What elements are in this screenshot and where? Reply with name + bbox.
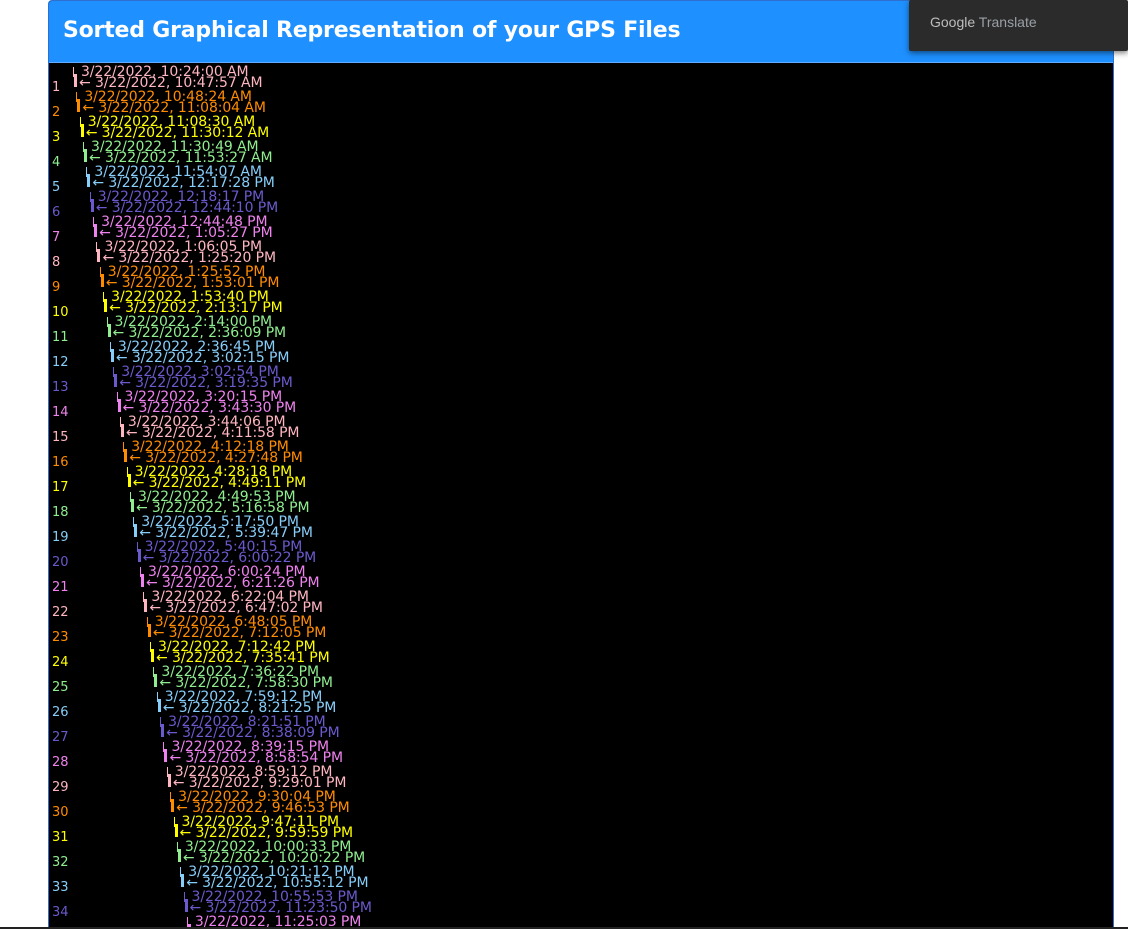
row-index: 1 bbox=[52, 80, 61, 95]
row-index: 31 bbox=[52, 830, 69, 845]
segment-bar[interactable] bbox=[171, 799, 175, 812]
row-index: 7 bbox=[52, 230, 61, 245]
row-index: 19 bbox=[52, 530, 69, 545]
row-index: 22 bbox=[52, 605, 69, 620]
row-index: 5 bbox=[52, 180, 61, 195]
row-index: 18 bbox=[52, 505, 69, 520]
segment-bar[interactable] bbox=[127, 474, 131, 487]
google-brand: Google bbox=[930, 14, 976, 30]
segment-bar[interactable] bbox=[104, 299, 108, 312]
segment-bar[interactable] bbox=[181, 874, 185, 887]
google-translate-popup[interactable]: Google Translate bbox=[909, 0, 1128, 51]
row-index: 23 bbox=[52, 630, 69, 645]
segment-bar[interactable] bbox=[90, 199, 94, 212]
row-index: 17 bbox=[52, 480, 69, 495]
row-index: 25 bbox=[52, 680, 69, 695]
segment-bar[interactable] bbox=[117, 399, 121, 412]
row-index: 27 bbox=[52, 730, 69, 745]
row-index: 20 bbox=[52, 555, 69, 570]
row-index: 28 bbox=[52, 755, 69, 770]
segment-bar[interactable] bbox=[177, 849, 181, 862]
translate-text: Translate bbox=[978, 14, 1037, 30]
segment-bar[interactable] bbox=[137, 549, 141, 562]
row-index: 33 bbox=[52, 880, 69, 895]
segment-bar[interactable] bbox=[144, 599, 148, 612]
row-index: 8 bbox=[52, 255, 61, 270]
row-index: 34 bbox=[52, 905, 69, 920]
segment-bar[interactable] bbox=[151, 649, 155, 662]
segment-bar[interactable] bbox=[84, 149, 88, 162]
row-index: 9 bbox=[52, 280, 61, 295]
row-index: 16 bbox=[52, 455, 69, 470]
row-index: 3 bbox=[52, 130, 61, 145]
segment-bar[interactable] bbox=[124, 449, 128, 462]
translate-label: Google Translate bbox=[930, 14, 1037, 30]
segment-bar[interactable] bbox=[147, 624, 151, 637]
segment-bar[interactable] bbox=[110, 349, 114, 362]
row-index: 21 bbox=[52, 580, 69, 595]
row-index: 26 bbox=[52, 705, 69, 720]
row-index: 32 bbox=[52, 855, 69, 870]
segment-bar[interactable] bbox=[174, 824, 178, 837]
segment-bar[interactable] bbox=[74, 74, 77, 87]
row-index: 10 bbox=[52, 305, 69, 320]
page-title: Sorted Graphical Representation of your … bbox=[63, 18, 681, 43]
segment-bar[interactable] bbox=[107, 324, 111, 337]
row-index: 2 bbox=[52, 105, 61, 120]
row-index: 13 bbox=[52, 380, 69, 395]
segment-bar[interactable] bbox=[97, 249, 101, 262]
segment-bar[interactable] bbox=[167, 774, 171, 787]
gps-visualization-panel: Sorted Graphical Representation of your … bbox=[48, 0, 1114, 929]
segment-bar[interactable] bbox=[184, 899, 188, 912]
row-index: 29 bbox=[52, 780, 69, 795]
row-index: 30 bbox=[52, 805, 69, 820]
segment-bar[interactable] bbox=[94, 224, 98, 237]
row-index: 6 bbox=[52, 205, 61, 220]
segment-bar[interactable] bbox=[154, 674, 158, 687]
segment-bar[interactable] bbox=[114, 374, 118, 387]
segment-bar[interactable] bbox=[77, 99, 81, 112]
timeline-visualization: 1 3/22/2022, 10:24:00 AM ← 3/22/2022, 10:4… bbox=[49, 63, 1113, 929]
segment-bar[interactable] bbox=[157, 699, 161, 712]
segment-bar[interactable] bbox=[100, 274, 104, 287]
segment-bar[interactable] bbox=[141, 574, 144, 587]
segment-bar[interactable] bbox=[130, 499, 134, 512]
segment-bar[interactable] bbox=[161, 724, 165, 737]
row-index: 15 bbox=[52, 430, 69, 445]
segment-bar[interactable] bbox=[80, 124, 84, 137]
row-index: 11 bbox=[52, 330, 69, 345]
segment-bar[interactable] bbox=[164, 749, 168, 762]
segment-bar[interactable] bbox=[134, 524, 138, 537]
row-index: 12 bbox=[52, 355, 69, 370]
row-index: 4 bbox=[52, 155, 61, 170]
row-index: 24 bbox=[52, 655, 69, 670]
row-index: 14 bbox=[52, 405, 69, 420]
segment-bar[interactable] bbox=[120, 424, 124, 437]
segment-bar[interactable] bbox=[87, 174, 91, 187]
